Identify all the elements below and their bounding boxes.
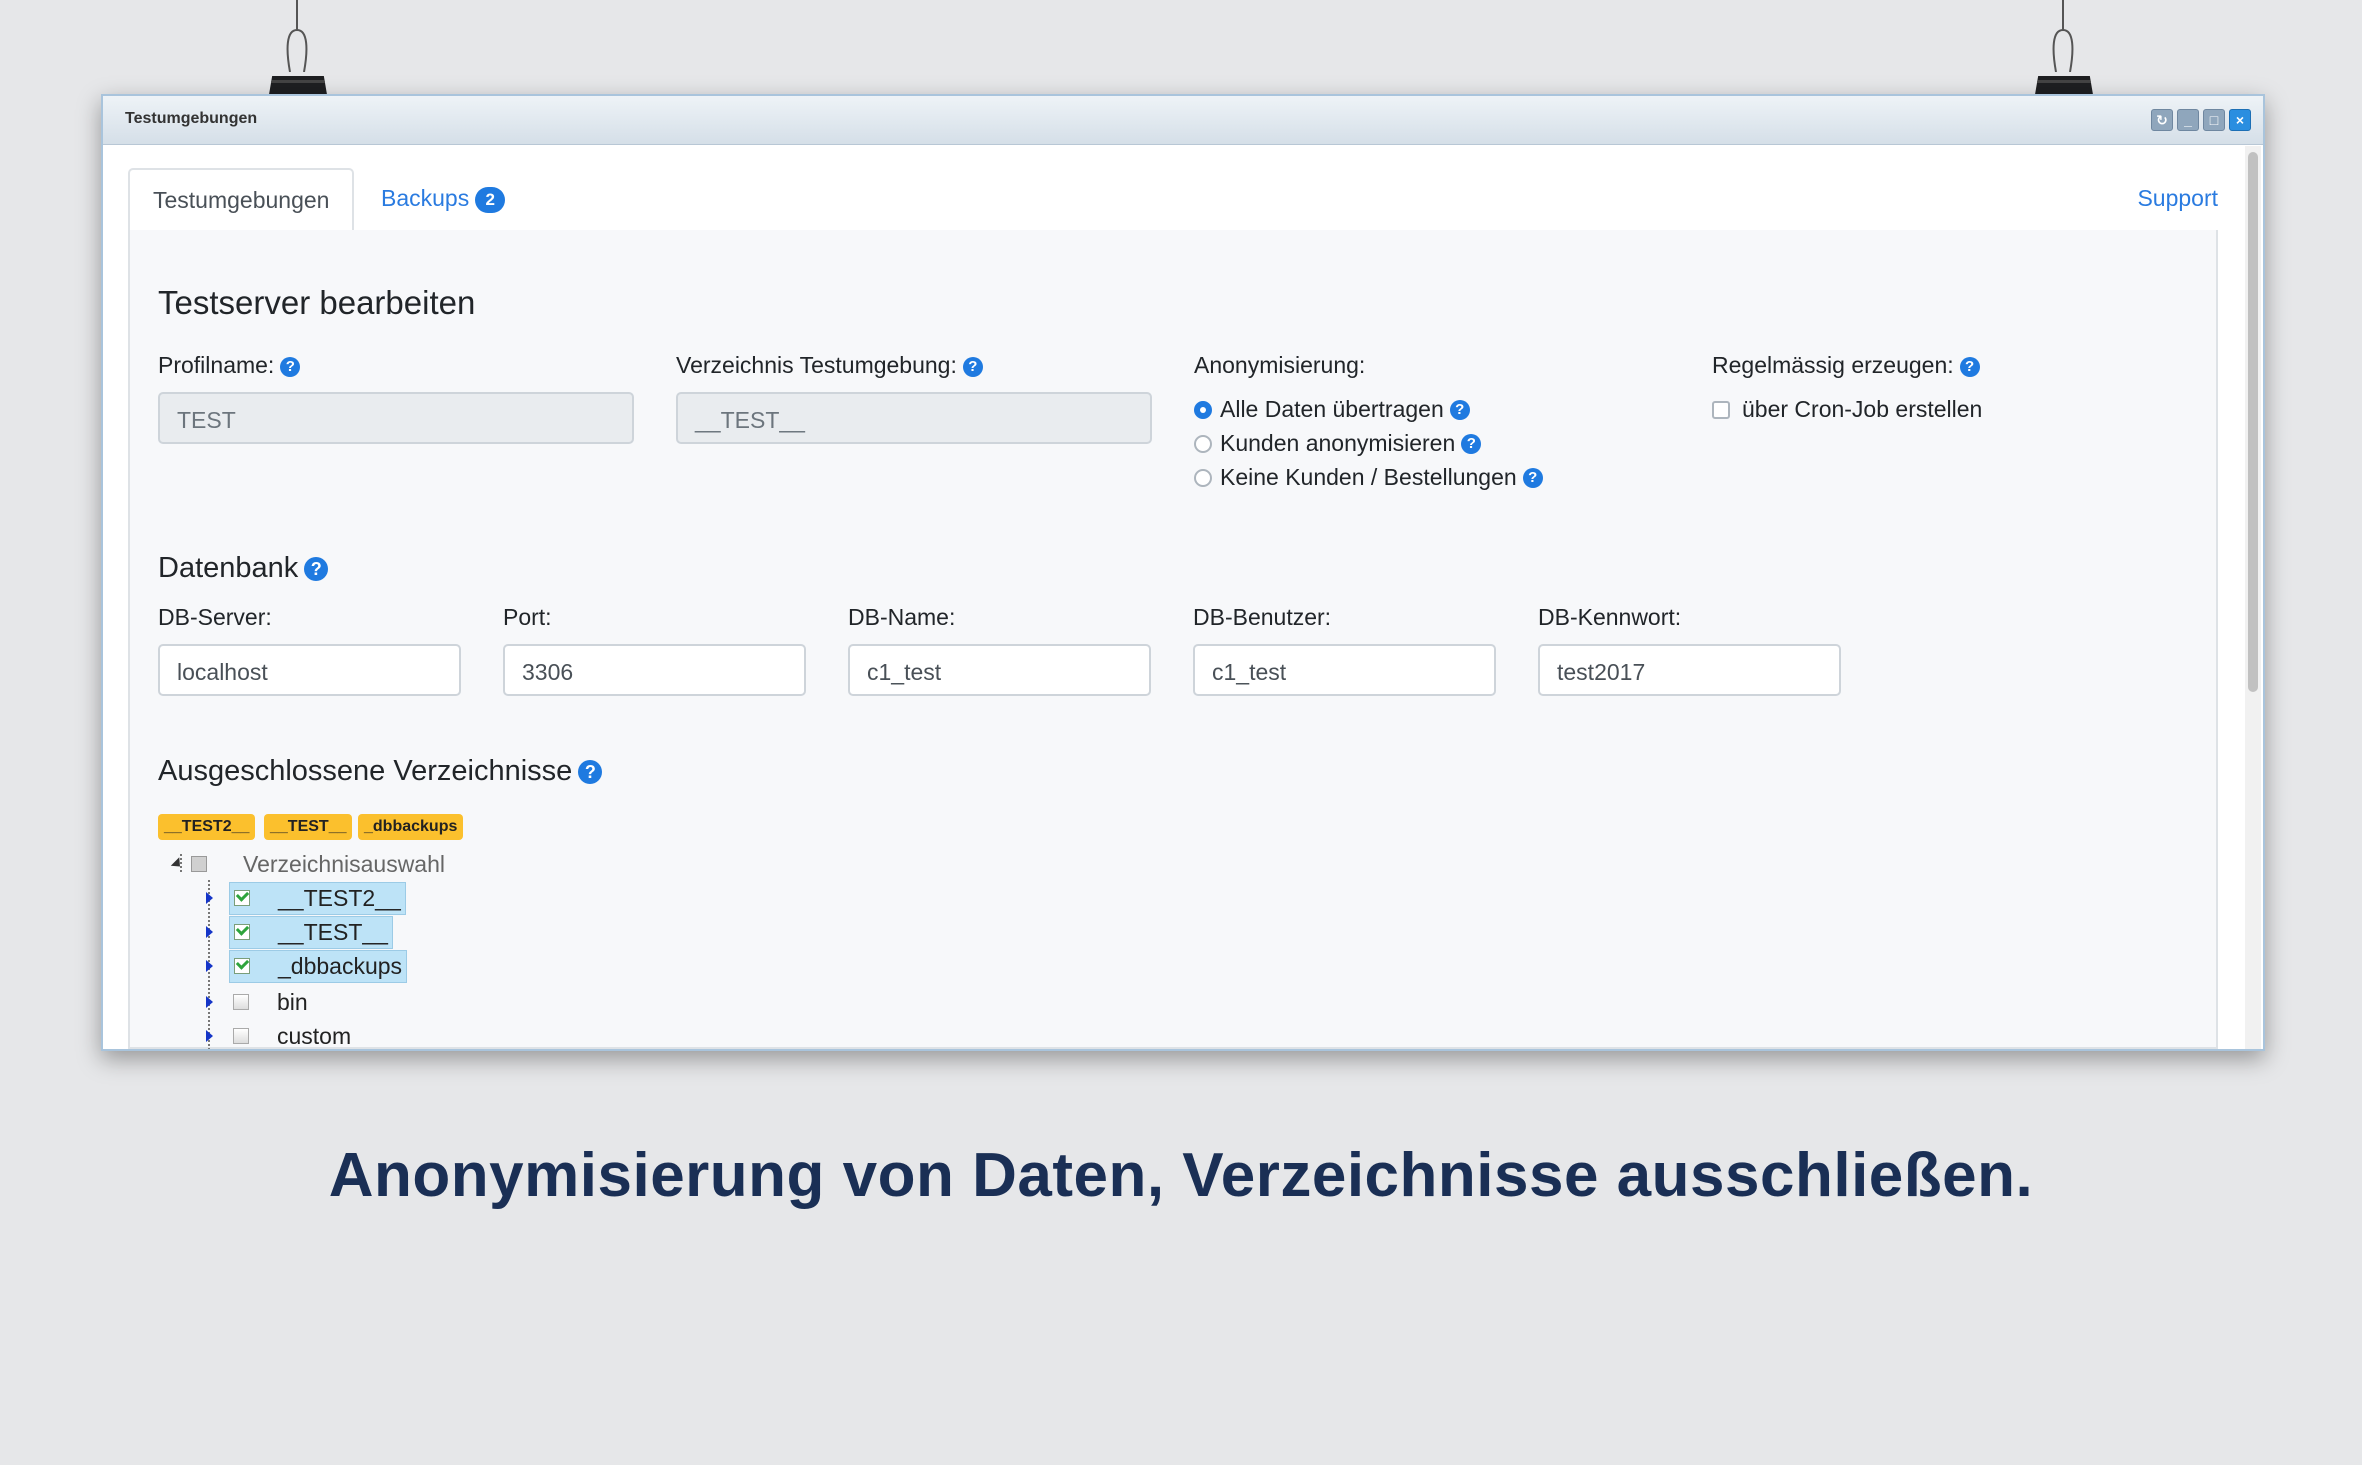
radio-label: Keine Kunden / Bestellungen bbox=[1220, 464, 1517, 490]
database-title: Datenbank? bbox=[158, 552, 329, 585]
collapse-arrow-icon[interactable] bbox=[170, 857, 185, 871]
help-icon[interactable]: ? bbox=[1959, 356, 1980, 377]
help-icon[interactable]: ? bbox=[1449, 399, 1470, 420]
help-icon[interactable]: ? bbox=[1522, 467, 1543, 488]
db-user-input[interactable]: c1_test bbox=[1193, 644, 1496, 696]
tab-backups-label: Backups bbox=[381, 185, 470, 211]
db-name-input[interactable]: c1_test bbox=[848, 644, 1151, 696]
edit-panel: Testserver bearbeiten Profilname:? TEST … bbox=[128, 230, 2218, 1049]
expand-arrow-icon[interactable] bbox=[206, 996, 213, 1008]
marketing-caption: Anonymisierung von Daten, Verzeichnisse … bbox=[328, 1141, 2034, 1210]
db-password-label: DB-Kennwort: bbox=[1538, 604, 1682, 630]
tree-item[interactable]: __TEST2__ bbox=[206, 881, 406, 915]
tree-item-content[interactable]: bin bbox=[229, 987, 312, 1018]
tree-checkbox-partial[interactable] bbox=[191, 856, 207, 872]
help-icon[interactable]: ? bbox=[1461, 433, 1482, 454]
expand-arrow-icon[interactable] bbox=[206, 1030, 213, 1042]
expand-arrow-icon[interactable] bbox=[206, 892, 213, 904]
tree-item[interactable]: __TEST__ bbox=[206, 915, 393, 949]
radio-anonymize-customers[interactable]: Kunden anonymisieren? bbox=[1194, 430, 1482, 457]
db-name-label: DB-Name: bbox=[848, 604, 956, 630]
tree-item[interactable]: _dbbackups bbox=[206, 949, 408, 983]
radio-button-selected[interactable] bbox=[1194, 400, 1212, 419]
radio-label: Kunden anonymisieren bbox=[1220, 430, 1456, 456]
db-password-input[interactable]: test2017 bbox=[1538, 644, 1841, 696]
profile-label-text: Profilname: bbox=[158, 352, 275, 378]
excluded-tag[interactable]: __TEST2__ bbox=[158, 814, 256, 840]
tree-item-label: custom bbox=[277, 1022, 352, 1049]
regular-label-text: Regelmässig erzeugen: bbox=[1712, 352, 1954, 378]
close-icon[interactable]: × bbox=[2229, 109, 2251, 131]
radio-button[interactable] bbox=[1194, 468, 1212, 487]
excluded-tag[interactable]: _dbbackups bbox=[358, 814, 464, 840]
tree-item-label: __TEST__ bbox=[278, 918, 388, 945]
tree-item-label: bin bbox=[277, 988, 308, 1015]
tree-item-content[interactable]: custom bbox=[229, 1021, 355, 1050]
clip-wire-icon bbox=[286, 0, 308, 72]
page-title: Testserver bearbeiten bbox=[158, 284, 476, 321]
support-link[interactable]: Support bbox=[2137, 168, 2218, 228]
tab-backups[interactable]: Backups 2 bbox=[358, 168, 528, 228]
excluded-tag[interactable]: __TEST__ bbox=[264, 814, 353, 840]
db-server-input[interactable]: localhost bbox=[158, 644, 461, 696]
database-title-text: Datenbank bbox=[158, 552, 299, 584]
port-input[interactable]: 3306 bbox=[503, 644, 806, 696]
radio-label: Alle Daten übertragen bbox=[1220, 396, 1444, 422]
tree-root[interactable]: Verzeichnisauswahl bbox=[170, 848, 446, 880]
profile-name-input[interactable]: TEST bbox=[158, 392, 634, 444]
directory-label-text: Verzeichnis Testumgebung: bbox=[676, 352, 957, 378]
window-controls: ↻ _ □ × bbox=[2151, 109, 2251, 131]
clip-wire-icon bbox=[2052, 0, 2074, 72]
tree-checkbox[interactable] bbox=[233, 994, 249, 1010]
tree-root-label: Verzeichnisauswahl bbox=[243, 850, 446, 877]
cron-job-label: über Cron-Job erstellen bbox=[1742, 396, 1983, 422]
window-title: Testumgebungen bbox=[125, 110, 258, 127]
excluded-title-text: Ausgeschlossene Verzeichnisse bbox=[158, 755, 573, 787]
radio-all-data[interactable]: Alle Daten übertragen? bbox=[1194, 396, 1470, 423]
tree-checkbox-checked[interactable] bbox=[234, 924, 250, 940]
tab-testumgebungen[interactable]: Testumgebungen bbox=[128, 168, 355, 232]
backups-count-badge: 2 bbox=[475, 186, 506, 213]
help-icon[interactable]: ? bbox=[962, 356, 983, 377]
directory-label: Verzeichnis Testumgebung:? bbox=[676, 352, 983, 379]
tab-bar: Testumgebungen Backups 2 bbox=[128, 168, 2218, 232]
minimize-icon[interactable]: _ bbox=[2177, 109, 2199, 131]
radio-button[interactable] bbox=[1194, 434, 1212, 453]
cron-job-checkbox-row[interactable]: über Cron-Job erstellen bbox=[1712, 396, 1982, 423]
maximize-icon[interactable]: □ bbox=[2203, 109, 2225, 131]
tree-item-label: __TEST2__ bbox=[278, 884, 401, 911]
tree-item[interactable]: custom bbox=[206, 1020, 355, 1049]
window-content: Testumgebungen Backups 2 Support Testserv… bbox=[103, 144, 2243, 1049]
profile-label: Profilname:? bbox=[158, 352, 301, 379]
expand-arrow-icon[interactable] bbox=[206, 926, 213, 938]
tree-checkbox-checked[interactable] bbox=[234, 890, 250, 906]
excluded-directories-title: Ausgeschlossene Verzeichnisse? bbox=[158, 755, 603, 788]
radio-no-customers[interactable]: Keine Kunden / Bestellungen? bbox=[1194, 464, 1543, 491]
tree-item-selected[interactable]: __TEST__ bbox=[229, 915, 393, 949]
anonymization-label: Anonymisierung: bbox=[1194, 352, 1366, 378]
cron-job-checkbox[interactable] bbox=[1712, 400, 1730, 419]
scrollbar-thumb[interactable] bbox=[2248, 152, 2258, 692]
tree-item-selected[interactable]: __TEST2__ bbox=[229, 881, 406, 915]
tree-checkbox-checked[interactable] bbox=[234, 958, 250, 974]
tree-item-label: _dbbackups bbox=[278, 952, 403, 979]
expand-arrow-icon[interactable] bbox=[206, 960, 213, 972]
app-window: Testumgebungen ↻ _ □ × Testumgebungen Ba… bbox=[101, 94, 2265, 1051]
window-titlebar: Testumgebungen ↻ _ □ × bbox=[103, 96, 2263, 145]
port-label: Port: bbox=[503, 604, 552, 630]
refresh-icon[interactable]: ↻ bbox=[2151, 109, 2173, 131]
tree-item[interactable]: bin bbox=[206, 986, 312, 1018]
db-server-label: DB-Server: bbox=[158, 604, 272, 630]
regular-label: Regelmässig erzeugen:? bbox=[1712, 352, 1980, 379]
tree-checkbox[interactable] bbox=[233, 1028, 249, 1044]
excluded-tags: __TEST2__ __TEST__ _dbbackups bbox=[158, 814, 558, 840]
help-icon[interactable]: ? bbox=[304, 557, 329, 582]
db-user-label: DB-Benutzer: bbox=[1193, 604, 1332, 630]
help-icon[interactable]: ? bbox=[280, 356, 301, 377]
help-icon[interactable]: ? bbox=[578, 760, 603, 785]
tree-item-selected[interactable]: _dbbackups bbox=[229, 949, 408, 983]
directory-input[interactable]: __TEST__ bbox=[676, 392, 1152, 444]
